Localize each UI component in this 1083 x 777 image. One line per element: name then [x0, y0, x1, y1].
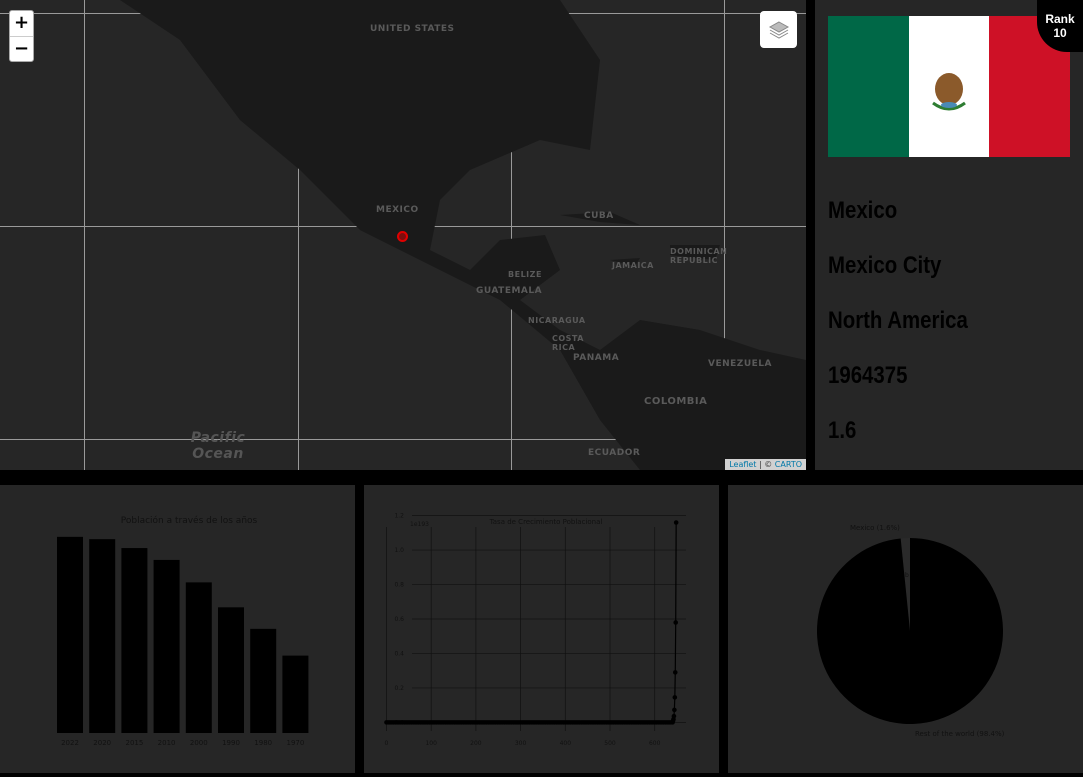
map-label: Colombia	[644, 396, 708, 407]
bar-chart-panel: Población a través de los años 2022 2020 20…	[0, 485, 355, 773]
data-point	[672, 695, 678, 700]
bar-chart: Población a través de los años 2022 2020 20…	[57, 515, 309, 747]
x-tick-label: 600	[649, 740, 661, 747]
x-tick-label: 1970	[286, 739, 304, 747]
country-name: Mexico	[828, 197, 898, 224]
map-label: Costa Rica	[552, 334, 584, 352]
x-tick-label: 200	[470, 740, 482, 747]
map-label: Ecuador	[588, 448, 641, 458]
bar	[57, 536, 83, 733]
line-chart-panel: Tasa de Crecimiento Poblacional 1e193 0 100…	[364, 485, 719, 773]
x-tick-label: 2022	[61, 739, 79, 747]
line-chart: Tasa de Crecimiento Poblacional 1e193 0 100…	[384, 513, 686, 747]
bar	[121, 548, 148, 733]
pie-inner-label: b	[905, 572, 909, 579]
attribution-separator: | ©	[756, 460, 775, 469]
data-point	[671, 713, 677, 719]
map-label: Pacific Ocean	[190, 430, 246, 462]
pie-chart-panel: Mexico (1.6%) Rest of the world (98.4%) b	[728, 485, 1083, 773]
x-tick-label: 1990	[222, 739, 240, 747]
map-label: Panama	[573, 353, 620, 363]
x-tick-label: 2010	[158, 739, 176, 747]
zoom-control: + −	[9, 10, 34, 62]
data-point	[673, 620, 679, 625]
map-attribution: Leaflet | © CARTO	[725, 459, 806, 470]
pie-chart: Mexico (1.6%) Rest of the world (98.4%) b	[817, 524, 1005, 738]
data-point	[673, 520, 679, 525]
rank-value: 10	[1053, 26, 1067, 40]
map-label: Nicaragua	[528, 316, 586, 325]
map-label: United States	[370, 24, 455, 34]
layers-icon	[768, 20, 789, 39]
x-tick-label: 300	[515, 740, 527, 747]
rank-label: Rank	[1045, 12, 1075, 26]
coat-of-arms-icon	[932, 72, 966, 110]
x-tick-label: 1980	[254, 739, 272, 747]
world-percentage: 1.6	[828, 417, 857, 444]
map-label: Cuba	[584, 211, 614, 221]
map-label: Guatemala	[476, 286, 543, 296]
map-label: Jamaica	[612, 261, 654, 270]
bar	[89, 539, 116, 733]
x-tick-label: 2000	[190, 739, 208, 747]
chart-title: Tasa de Crecimiento Poblacional	[489, 518, 603, 526]
y-tick-label: 1.2	[394, 513, 404, 520]
y-tick-label: 0.8	[394, 582, 404, 589]
map-label: Dominican Republic	[670, 247, 728, 265]
map-label: Belize	[508, 270, 542, 279]
y-tick-label: 0.2	[394, 685, 404, 692]
bar	[153, 559, 180, 733]
x-tick-label: 500	[604, 740, 616, 747]
leaflet-link[interactable]: Leaflet	[729, 460, 756, 469]
layers-button[interactable]	[760, 11, 797, 48]
continent: North America	[828, 307, 968, 334]
bar	[282, 655, 309, 733]
series-line	[386, 522, 677, 723]
capital: Mexico City	[828, 252, 942, 279]
x-tick-label: 0	[385, 740, 389, 747]
pie-label: Mexico (1.6%)	[850, 524, 900, 532]
pie-label: Rest of the world (98.4%)	[915, 730, 1005, 738]
x-tick-label: 2015	[125, 739, 143, 747]
y-offset-label: 1e193	[410, 521, 429, 528]
data-point	[672, 670, 678, 675]
x-tick-label: 100	[425, 740, 437, 747]
zoom-out-button[interactable]: −	[10, 36, 33, 61]
x-tick-label: 400	[560, 740, 572, 747]
bar	[218, 607, 244, 733]
data-point	[672, 707, 677, 713]
chart-title: Población a través de los años	[121, 515, 258, 526]
country-flag	[828, 16, 1071, 157]
y-tick-label: 1.0	[394, 547, 404, 554]
map[interactable]: United States Mexico Cuba Dominican Repu…	[0, 0, 806, 470]
country-info-panel: Rank 10 Mexico Mexico City North America …	[815, 0, 1083, 470]
x-tick-label: 2020	[93, 739, 111, 747]
map-label: Venezuela	[708, 359, 772, 369]
bar	[185, 582, 212, 733]
carto-link[interactable]: CARTO	[775, 460, 802, 469]
pie-slice-rest	[817, 538, 1003, 724]
y-tick-label: 0.6	[394, 616, 404, 623]
area: 1964375	[828, 362, 908, 389]
y-tick-label: 0.4	[394, 650, 404, 657]
bar	[250, 628, 277, 733]
location-marker[interactable]	[397, 231, 408, 242]
map-label: Mexico	[376, 205, 419, 215]
zoom-in-button[interactable]: +	[10, 11, 33, 36]
